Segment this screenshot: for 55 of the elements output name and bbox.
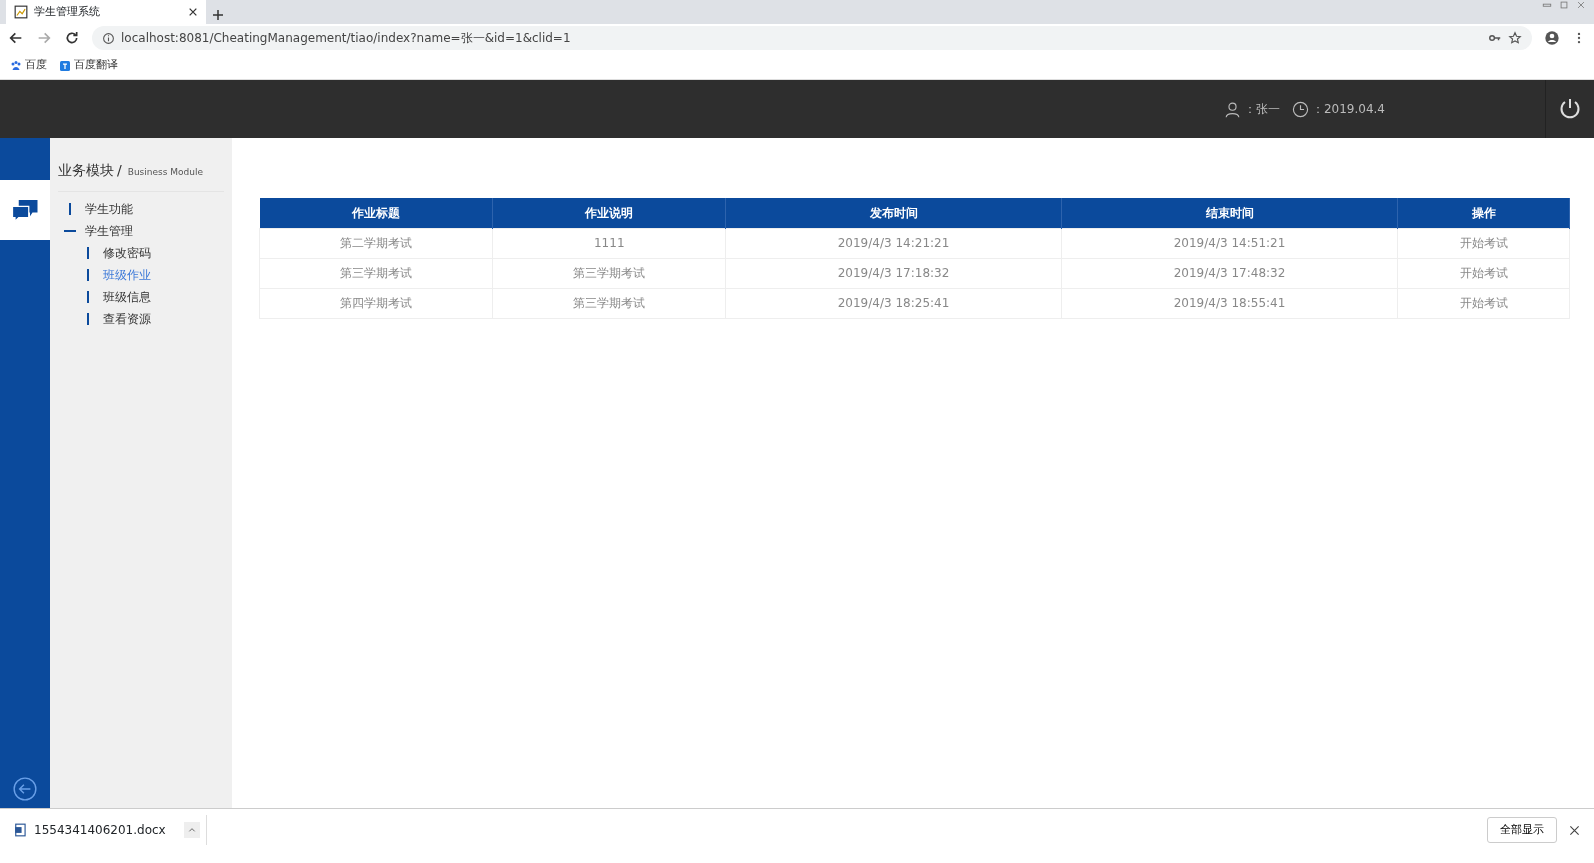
column-header: 发布时间 [725, 198, 1062, 228]
new-tab-icon[interactable] [212, 9, 224, 21]
table-cell: 2019/4/3 14:21:21 [725, 228, 1062, 258]
menu-item[interactable]: 学生管理 [85, 222, 133, 240]
user-icon [1223, 100, 1241, 118]
table-cell: 第四学期考试 [259, 288, 493, 318]
close-icon[interactable] [1569, 824, 1580, 836]
bookmark-link[interactable]: 百度 [10, 57, 47, 74]
menu-item[interactable]: 学生功能 [85, 200, 133, 218]
table-cell: 2019/4/3 17:18:32 [725, 258, 1062, 288]
page-icon [14, 5, 28, 19]
tab-title: 学生管理系统 [34, 3, 101, 20]
start-exam-link[interactable]: 开始考试 [1459, 236, 1508, 250]
paw-icon [10, 59, 22, 72]
browser-tab[interactable]: 学生管理系统 [6, 0, 206, 24]
power-icon [1558, 97, 1582, 121]
submenu-item[interactable]: 班级信息 [103, 288, 151, 306]
account-icon[interactable] [1544, 30, 1560, 46]
table-cell: 2019/4/3 17:48:32 [1061, 258, 1398, 288]
date-text: ：2019.04.4 [1311, 101, 1385, 118]
section-title: 业务模块 [58, 162, 114, 178]
table-cell: 2019/4/3 18:55:41 [1061, 288, 1398, 318]
translate-icon [59, 59, 71, 72]
close-icon[interactable] [188, 7, 198, 17]
back-icon[interactable] [8, 30, 24, 46]
show-all-button[interactable]: 全部显示 [1487, 816, 1557, 844]
info-icon [102, 31, 115, 45]
star-icon[interactable] [1508, 31, 1522, 45]
column-header: 作业说明 [492, 198, 726, 228]
table-cell: 第三学期考试 [492, 258, 726, 288]
column-header: 作业标题 [259, 198, 493, 228]
start-exam-link[interactable]: 开始考试 [1459, 296, 1508, 310]
submenu-item[interactable]: 班级作业 [103, 266, 151, 284]
document-icon [14, 823, 28, 837]
download-item[interactable]: 1554341406201.docx [14, 815, 207, 845]
table-cell: 第三学期考试 [492, 288, 726, 318]
section-subtitle: Business Module [127, 167, 203, 177]
reload-icon[interactable] [64, 30, 80, 46]
start-exam-link[interactable]: 开始考试 [1459, 266, 1508, 280]
table-cell: 2019/4/3 14:51:21 [1061, 228, 1398, 258]
file-name: 1554341406201.docx [34, 822, 166, 839]
column-header: 操作 [1397, 198, 1570, 228]
table-cell: 第二学期考试 [259, 228, 493, 258]
table-cell: 1111 [492, 228, 726, 258]
table-cell: 2019/4/3 18:25:41 [725, 288, 1062, 318]
separator: / [117, 162, 122, 178]
column-header: 结束时间 [1061, 198, 1398, 228]
clock-icon [1291, 100, 1309, 118]
address-bar[interactable]: localhost:8081/CheatingManagement/tiao/index?name=张一&id=1&clid=1 [92, 26, 1532, 50]
table-cell: 第三学期考试 [259, 258, 493, 288]
user-name: ：张一 [1243, 101, 1280, 118]
url-text: localhost:8081/CheatingManagement/tiao/index?name=张一&id=1&clid=1 [121, 30, 572, 47]
submenu-item[interactable]: 查看资源 [103, 310, 151, 328]
submenu-item[interactable]: 修改密码 [103, 244, 151, 262]
bookmark-link[interactable]: 百度翻译 [59, 57, 118, 74]
